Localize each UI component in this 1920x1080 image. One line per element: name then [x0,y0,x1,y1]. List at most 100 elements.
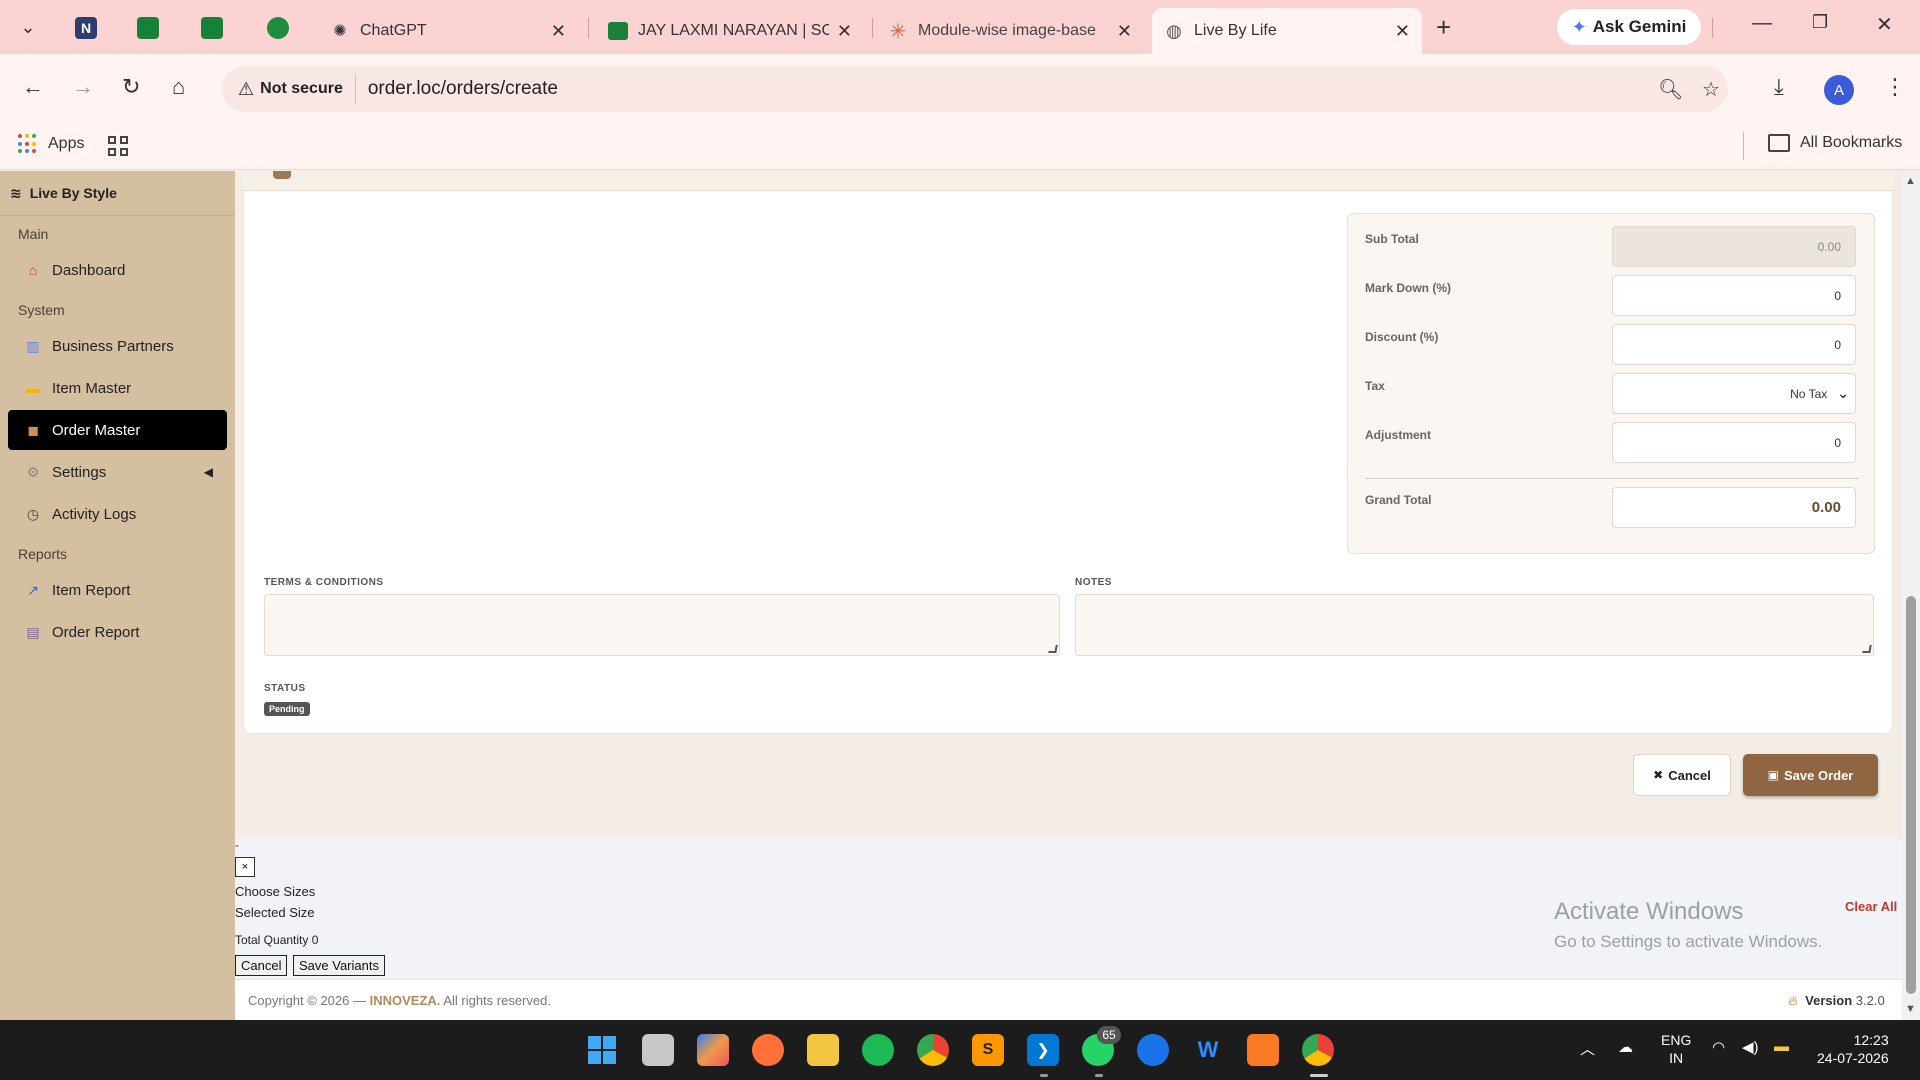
terms-textarea[interactable] [264,594,1060,656]
profile-avatar[interactable]: A [1824,75,1854,105]
sidebar-item-order-master[interactable]: ◼ Order Master [8,410,227,450]
apps-bookmark[interactable]: Apps [18,134,84,154]
watermark-subtitle: Go to Settings to activate Windows. [1554,932,1823,951]
ask-gemini-button[interactable]: ✦ Ask Gemini [1557,9,1701,45]
maps-pin-icon[interactable] [1137,1034,1169,1066]
tab-live-by-life[interactable]: ◍ Live By Life ✕ [1152,8,1422,54]
sidebar-item-item-report[interactable]: ↗ Item Report [8,570,227,610]
chevron-down-icon: ⌄ [20,16,36,37]
windows-start-icon[interactable] [586,1034,618,1066]
pinned-tab-chat[interactable] [248,8,308,48]
battery-icon[interactable]: ▬ [1774,1038,1789,1055]
word-w-icon[interactable]: W [1192,1034,1224,1066]
edge-icon[interactable] [862,1034,894,1066]
tab-label: Module-wise image-base [918,22,1096,39]
tab-chatgpt[interactable]: ✺ ChatGPT ✕ [318,8,578,54]
version-value: 3.2.0 [1855,993,1885,1008]
system-clock[interactable]: 12:23 24-07-2026 [1817,1031,1889,1067]
wifi-icon[interactable]: ◠ [1712,1038,1725,1056]
menu-kebab-icon[interactable]: ⋮ [1884,74,1906,100]
markdown-input[interactable]: 0 [1612,275,1856,316]
onedrive-icon[interactable]: ☁ [1618,1038,1633,1056]
scroll-down-arrow-icon[interactable]: ▼ [1905,1003,1916,1015]
zoom-icon[interactable]: 🔍︎ [1658,77,1683,102]
clear-all-link[interactable]: Clear All [1845,899,1897,914]
notes-textarea[interactable] [1075,594,1874,656]
tab-jay-laxmi[interactable]: JAY LAXMI NARAYAN | SO ✕ [596,8,864,54]
task-view-icon[interactable] [642,1034,674,1066]
forward-icon[interactable]: → [72,74,94,100]
cancel-button[interactable]: ✖ Cancel [1633,754,1731,796]
sidebar-item-item-master[interactable]: ▬ Item Master [8,368,227,408]
markdown-value: 0 [1834,288,1841,303]
tab-search-button[interactable]: ⌄ [8,7,48,47]
file-explorer-icon[interactable] [807,1034,839,1066]
chrome-profile-icon[interactable] [1302,1034,1334,1066]
markdown-label: Mark Down (%) [1365,281,1452,295]
clock-date: 24-07-2026 [1817,1050,1889,1066]
save-variants-button[interactable]: Save Variants [293,955,385,976]
windows-taskbar: S ❯ 65 W ︿ ☁ ENG IN ◠ ◀︎) ▬ 12:23 24-07-… [0,1020,1920,1080]
back-icon[interactable]: ← [22,74,44,100]
vscode-icon[interactable]: ❯ [1027,1034,1059,1066]
tab-groups-icon[interactable] [108,136,128,156]
pinned-tab-meet-1[interactable] [118,8,178,48]
close-icon: ✖ [1653,768,1664,782]
scroll-up-arrow-icon[interactable]: ▲ [1905,175,1916,187]
home-icon[interactable]: ⌂ [172,74,185,100]
minimize-icon[interactable]: — [1752,12,1772,35]
save-order-button[interactable]: ▣ Save Order [1743,754,1878,796]
section-main: Main [18,226,49,242]
url-text[interactable]: order.loc/orders/create [368,78,558,100]
bookmark-star-icon[interactable]: ☆ [1702,77,1720,102]
resize-grip-icon[interactable] [1048,645,1058,653]
scrollbar-thumb[interactable] [1906,596,1916,994]
language-indicator[interactable]: ENG IN [1661,1031,1691,1067]
copilot-icon[interactable] [697,1034,729,1066]
flame-icon: 🔥︎ [1788,993,1798,1008]
close-tab-icon[interactable]: ✕ [837,21,852,42]
omnibox[interactable]: ⚠ Not secure order.loc/orders/create 🔍︎ … [222,66,1728,112]
security-chip[interactable]: ⚠ Not secure [238,74,356,104]
close-window-icon[interactable]: ✕ [1876,12,1893,37]
download-icon[interactable]: ⤓ [1774,74,1784,100]
adjustment-input[interactable]: 0 [1612,422,1856,463]
tab-strip: ⌄ N ✺ ChatGPT ✕ JAY LAXMI NARAYAN | SO ✕… [0,0,1920,54]
sidebar-item-activity-logs[interactable]: ◷ Activity Logs [8,494,227,534]
sidebar-item-order-report[interactable]: ▤ Order Report [8,612,227,652]
tab-module-wise[interactable]: ✳ Module-wise image-base ✕ [876,8,1144,54]
adjustment-label: Adjustment [1365,428,1431,442]
sidebar-item-settings[interactable]: ⚙ Settings ◀ [8,452,227,492]
resize-grip-icon[interactable] [1862,645,1872,653]
brand-name: Live By Style [29,185,117,201]
sublime-text-icon[interactable]: S [972,1034,1004,1066]
google-sheets-icon [608,21,628,41]
sidebar-item-dashboard[interactable]: ⌂ Dashboard [8,250,227,290]
tray-chevron-up-icon[interactable]: ︿ [1580,1038,1595,1059]
close-tab-icon[interactable]: ✕ [551,21,566,42]
sidebar-brand[interactable]: ≋ Live By Style [0,171,235,216]
sidebar-item-business-partners[interactable]: ▥ Business Partners [8,326,227,366]
close-variants-button[interactable]: × [235,857,255,877]
chrome-icon[interactable] [917,1034,949,1066]
close-tab-icon[interactable]: ✕ [1395,21,1410,42]
page-scrollbar[interactable]: ▲ ▼ [1902,171,1920,1020]
close-tab-icon[interactable]: ✕ [1117,21,1132,42]
tax-select[interactable]: No Tax ⌄ [1612,373,1856,414]
all-bookmarks[interactable]: All Bookmarks [1768,134,1902,152]
volume-icon[interactable]: ◀︎) [1742,1038,1759,1056]
sidebar-item-label: Order Master [52,421,141,439]
region-code: IN [1669,1050,1684,1066]
warning-icon: ⚠ [238,78,255,99]
firefox-icon[interactable] [752,1034,784,1066]
pinned-tab-n[interactable]: N [56,8,116,48]
reload-icon[interactable]: ↻ [122,74,140,100]
discount-label: Discount (%) [1365,330,1439,344]
restore-icon[interactable]: ❐ [1812,12,1828,33]
google-meet-icon [201,17,223,39]
xampp-icon[interactable] [1247,1034,1279,1066]
pinned-tab-meet-2[interactable] [182,8,242,48]
discount-input[interactable]: 0 [1612,324,1856,365]
cancel-variants-button[interactable]: Cancel [235,955,288,976]
new-tab-button[interactable]: + [1436,12,1451,43]
